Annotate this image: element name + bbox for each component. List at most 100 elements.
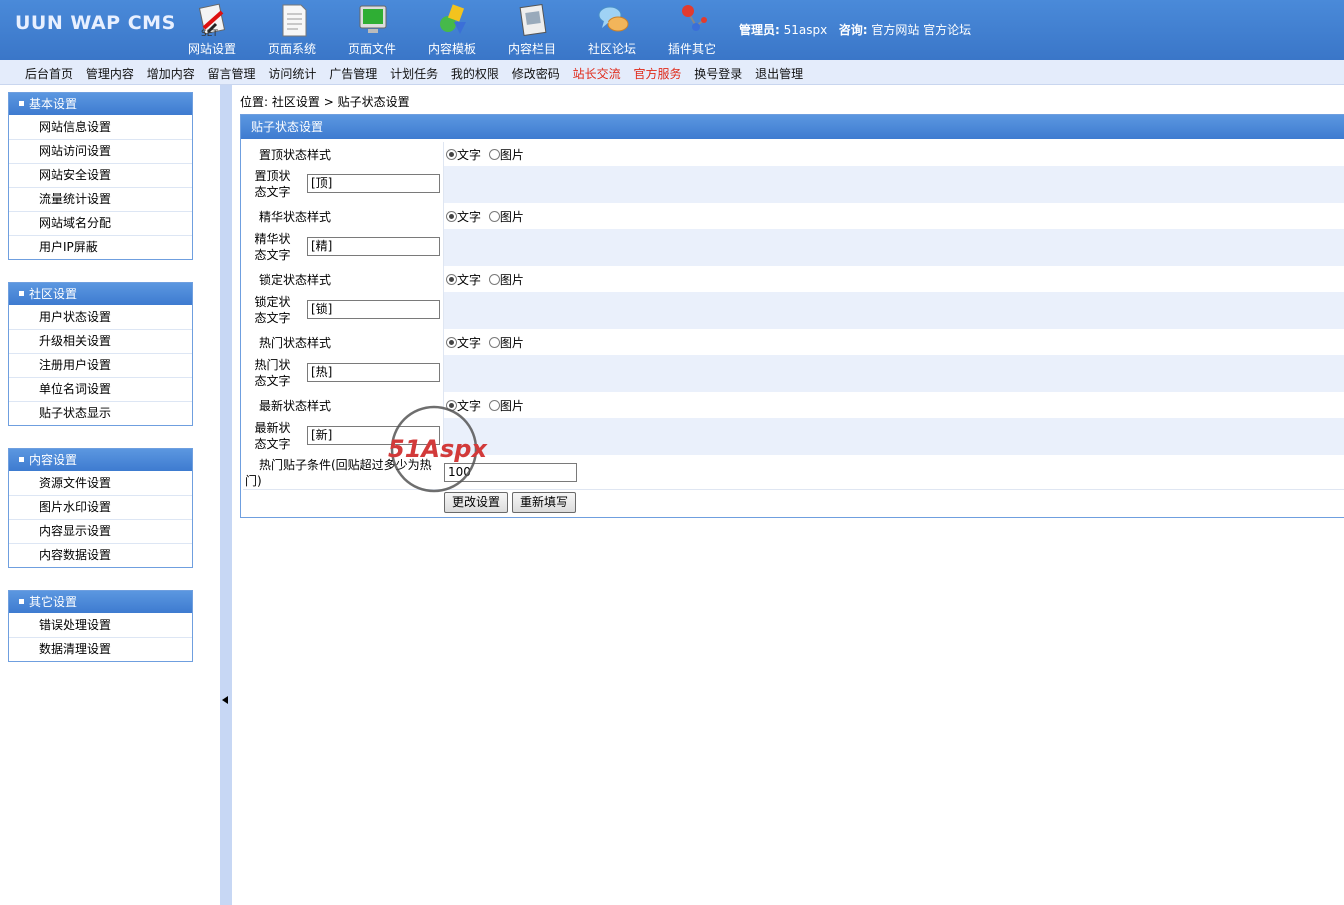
sidebar-group-header[interactable]: 内容设置 xyxy=(9,449,192,472)
sidebar-group-header[interactable]: 社区设置 xyxy=(9,283,192,306)
topnav-plugins-other[interactable]: 插件其它 xyxy=(652,0,732,60)
hot-reply-threshold-input[interactable]: 100 xyxy=(444,463,577,482)
sidebar-item[interactable]: 用户状态设置 xyxy=(9,306,192,330)
radio-image-option[interactable] xyxy=(488,274,500,285)
save-settings-button[interactable]: 更改设置 xyxy=(444,492,508,513)
topnav-label: 内容模板 xyxy=(427,42,476,56)
subnav-visit-stats[interactable]: 访问统计 xyxy=(268,67,316,81)
sidebar-toggle-splitter[interactable] xyxy=(220,85,232,905)
subnav-official-service[interactable]: 官方服务 xyxy=(633,67,681,81)
radio-text-option[interactable] xyxy=(446,400,457,411)
radio-group: 文字 图片 xyxy=(446,271,524,288)
subnav-switch-account[interactable]: 换号登录 xyxy=(694,67,742,81)
field-label: 热门贴子条件(回贴超过多少为热 xyxy=(259,458,432,472)
reset-form-button[interactable]: 重新填写 xyxy=(512,492,576,513)
sidebar-group-content: 内容设置 资源文件设置 图片水印设置 内容显示设置 内容数据设置 xyxy=(8,448,193,568)
topnav-content-templates[interactable]: 内容模板 xyxy=(412,0,492,60)
essence-status-text-input[interactable]: [精] xyxy=(307,237,440,256)
field-label-cont: 门) xyxy=(245,474,262,488)
field-label: 最新状态样式 xyxy=(259,399,332,413)
subnav-change-password[interactable]: 修改密码 xyxy=(512,67,560,81)
notepad-icon xyxy=(519,4,547,36)
subnav-my-permissions[interactable]: 我的权限 xyxy=(451,67,499,81)
new-status-text-input[interactable]: [新] xyxy=(307,426,440,445)
subnav-manage-content[interactable]: 管理内容 xyxy=(86,67,134,81)
radio-image-option[interactable] xyxy=(488,400,500,411)
subnav-webmaster-exchange[interactable]: 站长交流 xyxy=(573,67,621,81)
field-label: 精华状态样式 xyxy=(259,210,332,224)
sidebar-item[interactable]: 单位名词设置 xyxy=(9,378,192,402)
official-forum-link[interactable]: 官方论坛 xyxy=(923,23,971,37)
form-row-hot-text: 热门状 态文字 [热] xyxy=(243,355,1344,392)
panel-title: 贴子状态设置 xyxy=(241,115,1344,139)
radio-image-option[interactable] xyxy=(488,211,500,222)
sidebar-group-header[interactable]: 基本设置 xyxy=(9,93,192,116)
breadcrumb: 位置: 社区设置 > 贴子状态设置 xyxy=(240,93,410,110)
topnav-page-system[interactable]: 页面系统 xyxy=(252,0,332,60)
topnav-label: 页面系统 xyxy=(267,42,316,56)
radio-label: 图片 xyxy=(499,210,524,224)
monitor-icon xyxy=(359,5,387,33)
breadcrumb-separator: > xyxy=(323,95,334,109)
topnav-page-files[interactable]: 页面文件 xyxy=(332,0,412,60)
sidebar-item[interactable]: 数据清理设置 xyxy=(9,638,192,661)
radio-text-option[interactable] xyxy=(446,149,457,160)
radio-text-option[interactable] xyxy=(446,211,457,222)
consult-label: 咨询: xyxy=(838,23,868,37)
sidebar-item[interactable]: 内容数据设置 xyxy=(9,544,192,567)
official-site-link[interactable]: 官方网站 xyxy=(871,23,919,37)
lock-status-text-input[interactable]: [锁] xyxy=(307,300,440,319)
sidebar-item[interactable]: 升级相关设置 xyxy=(9,330,192,354)
sidebar-item[interactable]: 网站安全设置 xyxy=(9,164,192,188)
molecule-icon xyxy=(682,5,707,31)
topnav-community-forum[interactable]: 社区论坛 xyxy=(572,0,652,60)
radio-label: 图片 xyxy=(499,148,524,162)
radio-text-option[interactable] xyxy=(446,274,457,285)
subnav-logout[interactable]: 退出管理 xyxy=(755,67,803,81)
radio-text-option[interactable] xyxy=(446,337,457,348)
form-actions: 更改设置 重新填写 xyxy=(243,490,1344,516)
subnav-add-content[interactable]: 增加内容 xyxy=(147,67,195,81)
radio-label: 文字 xyxy=(457,210,482,224)
radio-group: 文字 图片 xyxy=(446,334,524,351)
radio-label: 文字 xyxy=(457,399,482,413)
admin-name: 51aspx xyxy=(783,23,828,37)
sidebar-item[interactable]: 网站域名分配 xyxy=(9,212,192,236)
sidebar-item[interactable]: 贴子状态显示 xyxy=(9,402,192,425)
topnav-label: 内容栏目 xyxy=(507,42,556,56)
form-row-hot-condition: 热门贴子条件(回贴超过多少为热 门) 100 xyxy=(243,455,1344,490)
subnav-admin-home[interactable]: 后台首页 xyxy=(25,67,73,81)
topnav-content-columns[interactable]: 内容栏目 xyxy=(492,0,572,60)
collapse-arrow-icon[interactable] xyxy=(222,696,228,704)
sidebar-item[interactable]: 内容显示设置 xyxy=(9,520,192,544)
top-status-text-input[interactable]: [顶] xyxy=(307,174,440,193)
topnav-site-settings[interactable]: SET 网站设置 xyxy=(172,0,252,60)
radio-label: 文字 xyxy=(457,273,482,287)
form-row-top-text: 置顶状 态文字 [顶] xyxy=(243,166,1344,203)
form-row-essence-style: 精华状态样式 文字 图片 xyxy=(243,203,1344,229)
subnav-scheduled-tasks[interactable]: 计划任务 xyxy=(390,67,438,81)
hot-status-text-input[interactable]: [热] xyxy=(307,363,440,382)
subnav-ads[interactable]: 广告管理 xyxy=(329,67,377,81)
form-row-hot-style: 热门状态样式 文字 图片 xyxy=(243,329,1344,355)
app-logo: UUN WAP CMS xyxy=(15,12,176,34)
form-row-lock-style: 锁定状态样式 文字 图片 xyxy=(243,266,1344,292)
subnav-guestbook[interactable]: 留言管理 xyxy=(208,67,256,81)
sidebar-item[interactable]: 注册用户设置 xyxy=(9,354,192,378)
sidebar-item[interactable]: 流量统计设置 xyxy=(9,188,192,212)
sidebar-group-header[interactable]: 其它设置 xyxy=(9,591,192,614)
sidebar-item[interactable]: 网站信息设置 xyxy=(9,116,192,140)
sidebar-group-title: 其它设置 xyxy=(29,595,78,609)
sidebar-item[interactable]: 网站访问设置 xyxy=(9,140,192,164)
radio-group: 文字 图片 xyxy=(446,146,524,163)
field-label: 锁定状态样式 xyxy=(259,273,332,287)
sidebar-item[interactable]: 错误处理设置 xyxy=(9,614,192,638)
radio-image-option[interactable] xyxy=(488,337,500,348)
form-row-essence-text: 精华状 态文字 [精] xyxy=(243,229,1344,266)
secondary-nav-bar: 后台首页 管理内容 增加内容 留言管理 访问统计 广告管理 计划任务 我的权限 … xyxy=(0,60,1344,85)
radio-image-option[interactable] xyxy=(488,149,500,160)
breadcrumb-current: 贴子状态设置 xyxy=(337,95,410,109)
sidebar-item[interactable]: 用户IP屏蔽 xyxy=(9,236,192,259)
sidebar-item[interactable]: 图片水印设置 xyxy=(9,496,192,520)
sidebar-item[interactable]: 资源文件设置 xyxy=(9,472,192,496)
